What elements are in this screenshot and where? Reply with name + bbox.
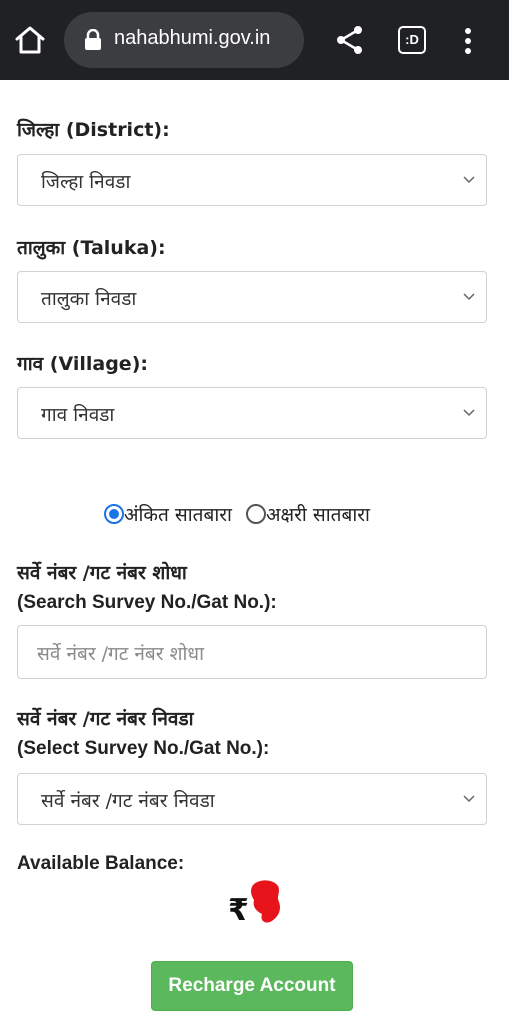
akshari-satbara-radio[interactable] bbox=[246, 504, 267, 524]
taluka-select-value: तालुका निवडा bbox=[41, 288, 137, 310]
overflow-menu-icon[interactable] bbox=[458, 26, 478, 56]
search-survey-placeholder: सर्वे नंबर /गट नंबर शोधा bbox=[37, 643, 205, 665]
district-label: जिल्हा (District): bbox=[17, 119, 170, 141]
search-survey-label: सर्वे नंबर /गट नंबर शोधा bbox=[17, 562, 187, 584]
ankit-satbara-radio[interactable] bbox=[104, 504, 124, 524]
select-survey-select[interactable]: सर्वे नंबर /गट नंबर निवडा bbox=[17, 773, 487, 825]
satbara-type-radio-group: अंकित सातबारा अक्षरी सातबारा bbox=[104, 501, 370, 529]
district-select-value: जिल्हा निवडा bbox=[41, 171, 131, 193]
select-survey-value: सर्वे नंबर /गट नंबर निवडा bbox=[41, 790, 215, 812]
village-label: गाव (Village): bbox=[17, 353, 148, 375]
akshari-satbara-label: अक्षरी सातबारा bbox=[266, 504, 370, 526]
recharge-account-button[interactable]: Recharge Account bbox=[151, 961, 353, 1011]
redaction-mark bbox=[251, 880, 280, 923]
taluka-select[interactable]: तालुका निवडा bbox=[17, 271, 487, 323]
select-survey-label: सर्वे नंबर /गट नंबर निवडा bbox=[17, 708, 194, 730]
village-select-value: गाव निवडा bbox=[41, 404, 115, 426]
district-select[interactable]: जिल्हा निवडा bbox=[17, 154, 487, 206]
chevron-down-icon bbox=[463, 176, 475, 184]
search-survey-input[interactable]: सर्वे नंबर /गट नंबर शोधा bbox=[17, 625, 487, 679]
taluka-label: तालुका (Taluka): bbox=[17, 237, 166, 259]
home-icon[interactable] bbox=[12, 22, 48, 58]
rupee-symbol: ₹ bbox=[228, 893, 249, 928]
village-select[interactable]: गाव निवडा bbox=[17, 387, 487, 439]
lock-icon bbox=[84, 28, 102, 51]
select-survey-label-english: (Select Survey No./Gat No.): bbox=[17, 738, 270, 759]
share-icon[interactable] bbox=[334, 24, 366, 56]
address-bar[interactable]: nahabhumi.gov.in bbox=[64, 12, 304, 68]
chevron-down-icon bbox=[463, 795, 475, 803]
chevron-down-icon bbox=[463, 409, 475, 417]
chevron-down-icon bbox=[463, 293, 475, 301]
search-survey-label-english: (Search Survey No./Gat No.): bbox=[17, 592, 277, 613]
available-balance-label: Available Balance: bbox=[17, 853, 185, 874]
tab-switcher-button[interactable]: :D bbox=[398, 26, 426, 54]
browser-toolbar: nahabhumi.gov.in :D bbox=[0, 0, 509, 80]
ankit-satbara-label: अंकित सातबारा bbox=[124, 504, 232, 526]
url-text: nahabhumi.gov.in bbox=[114, 27, 271, 49]
